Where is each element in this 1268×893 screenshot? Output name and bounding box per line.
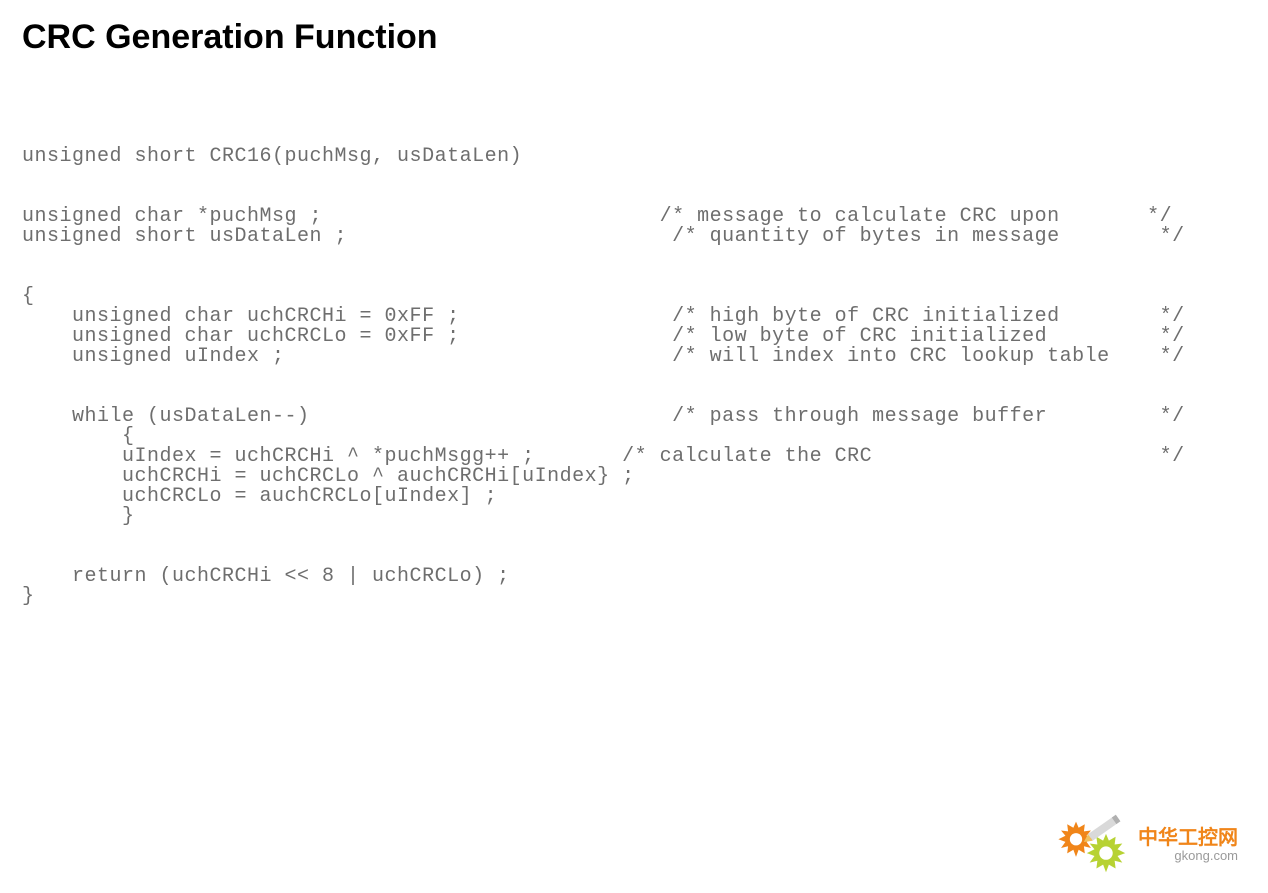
code-line: return (uchCRCHi << 8 | uchCRCLo) ; — [22, 565, 510, 588]
code-line: unsigned uIndex ; /* will index into CRC… — [22, 345, 1185, 368]
code-line: unsigned short CRC16(puchMsg, usDataLen) — [22, 145, 522, 168]
code-listing: unsigned short CRC16(puchMsg, usDataLen)… — [0, 57, 1268, 607]
code-line: } — [22, 585, 35, 608]
page-title: CRC Generation Function — [0, 0, 1268, 57]
gear-pair-icon — [1054, 815, 1132, 875]
code-line: unsigned short usDataLen ; /* quantity o… — [22, 225, 1185, 248]
logo-url-text: gkong.com — [1138, 849, 1238, 863]
logo-text: 中华工控网 gkong.com — [1138, 828, 1238, 863]
logo-cn-text: 中华工控网 — [1138, 828, 1238, 849]
code-line: while (usDataLen--) /* pass through mess… — [22, 405, 1185, 428]
watermark-logo: 中华工控网 gkong.com — [1054, 815, 1238, 875]
code-line: } — [22, 505, 135, 528]
